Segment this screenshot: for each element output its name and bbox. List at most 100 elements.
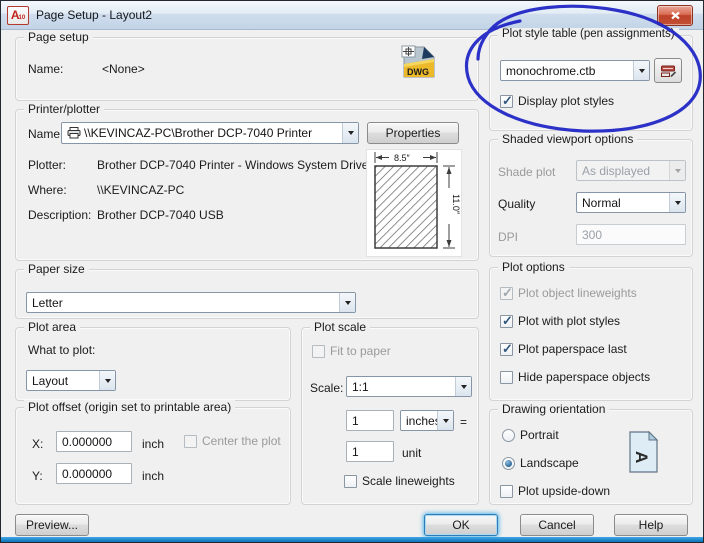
quality-label: Quality xyxy=(498,197,536,211)
svg-text:DWG: DWG xyxy=(407,67,429,77)
plot-options-group: Plot options Plot object lineweights Plo… xyxy=(489,260,693,401)
scale-value: 1:1 xyxy=(352,379,369,394)
hide-paperspace-objects-checkbox[interactable]: Hide paperspace objects xyxy=(500,370,650,384)
checkbox-box xyxy=(500,93,513,109)
plot-options-group-label: Plot options xyxy=(498,260,569,274)
plot-with-plot-styles-label: Plot with plot styles xyxy=(518,314,621,328)
dpi-field: 300 xyxy=(576,224,686,245)
edit-plot-style-button[interactable] xyxy=(654,58,682,83)
plot-offset-group-label: Plot offset (origin set to printable are… xyxy=(24,400,236,414)
plot-area-group-label: Plot area xyxy=(24,320,81,334)
quality-dropdown[interactable]: Normal xyxy=(576,192,686,213)
checkbox-box xyxy=(344,474,357,488)
landscape-orientation-icon: A xyxy=(629,430,659,473)
printer-name-value: \\KEVINCAZ-PC\Brother DCP-7040 Printer xyxy=(84,126,313,140)
paper-preview-graphic: 8.5″ 11.0″ xyxy=(374,152,461,249)
chevron-down-icon xyxy=(347,131,354,135)
portrait-label: Portrait xyxy=(520,428,559,442)
plot-style-group-label: Plot style table (pen assignments) xyxy=(498,28,679,40)
paper-size-value: Letter xyxy=(32,295,63,310)
paper-size-dropdown[interactable]: Letter xyxy=(26,292,356,313)
what-to-plot-value: Layout xyxy=(32,373,69,388)
quality-value: Normal xyxy=(582,195,621,210)
description-label: Description: xyxy=(28,208,92,222)
radio-dot xyxy=(502,428,515,442)
cancel-button-label: Cancel xyxy=(538,518,576,532)
title-bar[interactable]: A 10 Page Setup - Layout2 xyxy=(1,1,703,30)
chevron-down-icon xyxy=(344,300,351,305)
plot-paperspace-last-checkbox[interactable]: Plot paperspace last xyxy=(500,341,627,357)
checkbox-box xyxy=(312,344,325,358)
paper-units-field[interactable]: 1 xyxy=(346,410,394,431)
offset-y-field[interactable]: 0.000000 xyxy=(56,463,132,484)
scale-dropdown[interactable]: 1:1 xyxy=(346,376,472,397)
scale-arrow-box[interactable] xyxy=(455,377,471,396)
paper-size-arrow-box[interactable] xyxy=(339,293,355,312)
help-button[interactable]: Help xyxy=(614,514,688,536)
units-arrow-box[interactable] xyxy=(437,411,453,430)
portrait-radio[interactable]: Portrait xyxy=(502,428,559,442)
ok-button[interactable]: OK xyxy=(424,514,498,536)
drawing-units-field[interactable]: 1 xyxy=(346,441,394,462)
unit-label: unit xyxy=(402,446,422,460)
printer-group-label: Printer/plotter xyxy=(24,102,105,116)
dwg-file-icon: DWG xyxy=(401,45,435,78)
shaded-viewport-group: Shaded viewport options Shade plot As di… xyxy=(489,132,693,257)
shade-plot-label: Shade plot xyxy=(498,165,556,179)
units-value: inches xyxy=(406,413,437,428)
help-button-label: Help xyxy=(638,518,664,532)
equals-sign: = xyxy=(460,415,468,429)
autocad-app-icon: A 10 xyxy=(7,5,29,25)
orientation-group-label: Drawing orientation xyxy=(498,402,610,416)
landscape-label: Landscape xyxy=(520,456,579,470)
offset-x-field[interactable]: 0.000000 xyxy=(56,431,132,452)
checkbox-box xyxy=(500,285,513,301)
what-to-plot-dropdown[interactable]: Layout xyxy=(26,370,116,391)
cancel-button[interactable]: Cancel xyxy=(520,514,594,536)
plot-scale-group-label: Plot scale xyxy=(310,320,371,334)
chevron-down-icon xyxy=(442,418,449,423)
plot-style-table-group: Plot style table (pen assignments) monoc… xyxy=(489,28,693,131)
center-the-plot-label: Center the plot xyxy=(202,434,281,448)
fit-to-paper-checkbox: Fit to paper xyxy=(312,344,391,358)
chevron-down-icon xyxy=(638,68,645,73)
plot-style-arrow-box[interactable] xyxy=(633,61,649,80)
plot-area-group: Plot area What to plot: Layout xyxy=(15,320,291,401)
printer-name-dropdown[interactable]: \\KEVINCAZ-PC\Brother DCP-7040 Printer xyxy=(61,122,359,144)
close-button[interactable] xyxy=(657,5,693,26)
what-to-plot-arrow-box[interactable] xyxy=(99,371,115,390)
svg-text:A: A xyxy=(632,451,651,463)
fit-to-paper-label: Fit to paper xyxy=(330,344,391,358)
plotter-value: Brother DCP-7040 Printer - Windows Syste… xyxy=(97,158,382,172)
hide-paperspace-objects-label: Hide paperspace objects xyxy=(518,370,651,384)
plot-style-dropdown[interactable]: monochrome.ctb xyxy=(500,60,650,81)
preview-button[interactable]: Preview... xyxy=(15,514,89,536)
quality-arrow-box[interactable] xyxy=(669,193,685,212)
plot-offset-group: Plot offset (origin set to printable are… xyxy=(15,400,291,505)
plot-with-plot-styles-checkbox[interactable]: Plot with plot styles xyxy=(500,313,621,329)
display-plot-styles-checkbox[interactable]: Display plot styles xyxy=(500,93,615,109)
landscape-radio[interactable]: Landscape xyxy=(502,456,579,470)
radio-dot xyxy=(502,456,515,470)
chevron-down-icon xyxy=(674,200,681,205)
plot-upside-down-label: Plot upside-down xyxy=(518,484,611,498)
plot-upside-down-checkbox[interactable]: Plot upside-down xyxy=(500,484,610,498)
scale-label: Scale: xyxy=(310,381,344,395)
shade-plot-dropdown: As displayed xyxy=(576,160,686,181)
ok-button-label: OK xyxy=(452,518,470,532)
properties-button[interactable]: Properties xyxy=(367,122,459,144)
svg-text:8.5″: 8.5″ xyxy=(394,153,411,163)
printer-dropdown-arrow-box[interactable] xyxy=(342,123,358,143)
chevron-down-icon xyxy=(460,384,467,389)
name-label: Name: xyxy=(28,62,64,76)
app-icon-sub: 10 xyxy=(18,14,26,21)
center-the-plot-checkbox: Center the plot xyxy=(184,434,281,448)
plot-paperspace-last-label: Plot paperspace last xyxy=(518,342,627,356)
plot-style-value: monochrome.ctb xyxy=(506,63,596,78)
display-plot-styles-label: Display plot styles xyxy=(518,94,615,108)
printer-name-label: Name: xyxy=(28,127,64,141)
units-dropdown[interactable]: inches xyxy=(400,410,454,431)
scale-lineweights-checkbox[interactable]: Scale lineweights xyxy=(344,474,455,488)
window-title: Page Setup - Layout2 xyxy=(36,8,153,22)
window-bottom-frame xyxy=(1,537,703,542)
